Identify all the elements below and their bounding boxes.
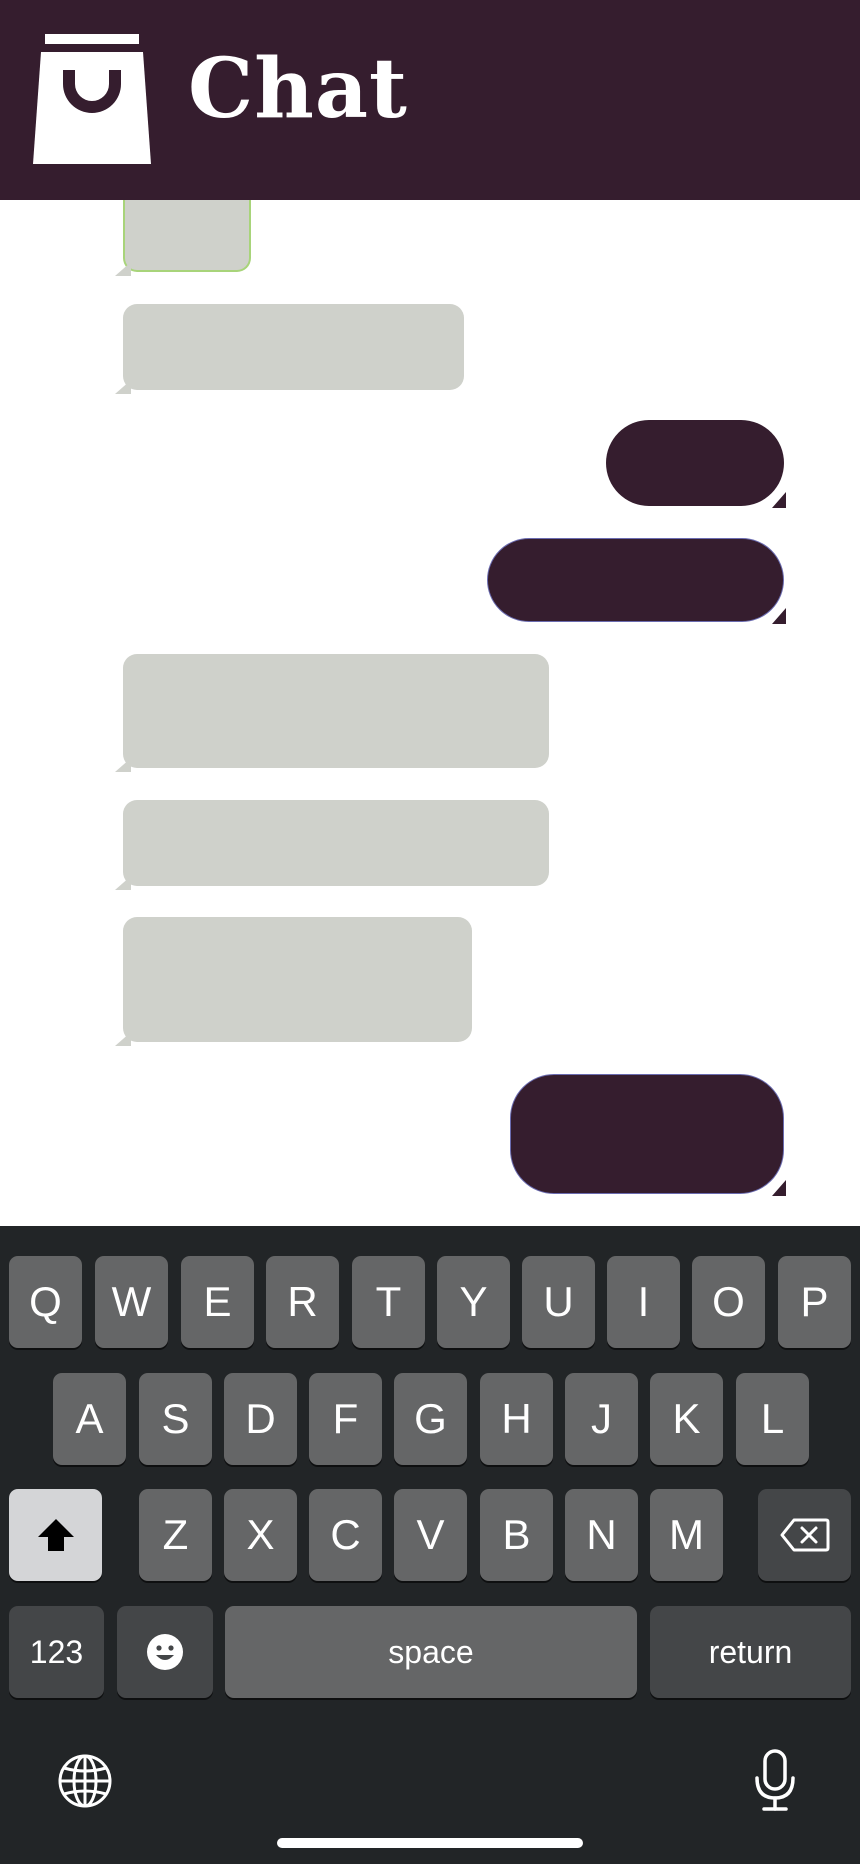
key-h[interactable]: H xyxy=(480,1373,553,1465)
shift-key[interactable] xyxy=(9,1489,102,1581)
bubble-tail xyxy=(115,1032,131,1046)
bubble-tail xyxy=(115,262,131,276)
key-u[interactable]: U xyxy=(522,1256,595,1348)
backspace-key[interactable] xyxy=(758,1489,851,1581)
outgoing-message-bubble[interactable] xyxy=(510,1074,786,1196)
key-i[interactable]: I xyxy=(607,1256,680,1348)
key-b[interactable]: B xyxy=(480,1489,553,1581)
backspace-icon xyxy=(780,1518,829,1552)
numbers-key[interactable]: 123 xyxy=(9,1606,104,1698)
key-l[interactable]: L xyxy=(736,1373,809,1465)
key-d[interactable]: D xyxy=(224,1373,297,1465)
bubble-tail xyxy=(115,380,131,394)
outgoing-message-bubble[interactable] xyxy=(487,538,786,624)
on-screen-keyboard: Q W E R T Y U I O P A S D F G H J K L Z … xyxy=(0,1226,860,1864)
shopping-bag-icon xyxy=(33,34,151,164)
incoming-message-bubble[interactable] xyxy=(115,917,472,1046)
incoming-message-bubble[interactable] xyxy=(115,654,549,772)
key-e[interactable]: E xyxy=(181,1256,254,1348)
key-o[interactable]: O xyxy=(692,1256,765,1348)
key-y[interactable]: Y xyxy=(437,1256,510,1348)
key-a[interactable]: A xyxy=(53,1373,126,1465)
bubble-tail xyxy=(772,492,786,508)
shift-icon xyxy=(37,1519,74,1551)
key-z[interactable]: Z xyxy=(139,1489,212,1581)
bubble-tail xyxy=(772,608,786,624)
key-w[interactable]: W xyxy=(95,1256,168,1348)
key-x[interactable]: X xyxy=(224,1489,297,1581)
bubble-tail xyxy=(115,876,131,890)
key-m[interactable]: M xyxy=(650,1489,723,1581)
microphone-icon[interactable] xyxy=(752,1748,798,1812)
incoming-message-bubble[interactable] xyxy=(115,304,464,394)
key-p[interactable]: P xyxy=(778,1256,851,1348)
emoji-icon xyxy=(147,1634,183,1670)
globe-icon[interactable] xyxy=(57,1753,113,1809)
bubble-tail xyxy=(115,758,131,772)
key-c[interactable]: C xyxy=(309,1489,382,1581)
incoming-message-bubble[interactable] xyxy=(115,200,251,276)
home-indicator[interactable] xyxy=(277,1838,583,1848)
emoji-key[interactable] xyxy=(117,1606,213,1698)
app-header: Chat xyxy=(0,0,860,200)
key-g[interactable]: G xyxy=(394,1373,467,1465)
key-v[interactable]: V xyxy=(394,1489,467,1581)
key-j[interactable]: J xyxy=(565,1373,638,1465)
page-title: Chat xyxy=(188,41,408,137)
key-k[interactable]: K xyxy=(650,1373,723,1465)
chat-message-list[interactable] xyxy=(0,200,860,1226)
key-q[interactable]: Q xyxy=(9,1256,82,1348)
outgoing-message-bubble[interactable] xyxy=(606,420,786,508)
bubble-tail xyxy=(772,1180,786,1196)
key-t[interactable]: T xyxy=(352,1256,425,1348)
return-key[interactable]: return xyxy=(650,1606,851,1698)
space-key[interactable]: space xyxy=(225,1606,637,1698)
key-f[interactable]: F xyxy=(309,1373,382,1465)
key-s[interactable]: S xyxy=(139,1373,212,1465)
incoming-message-bubble[interactable] xyxy=(115,800,549,890)
key-r[interactable]: R xyxy=(266,1256,339,1348)
key-n[interactable]: N xyxy=(565,1489,638,1581)
